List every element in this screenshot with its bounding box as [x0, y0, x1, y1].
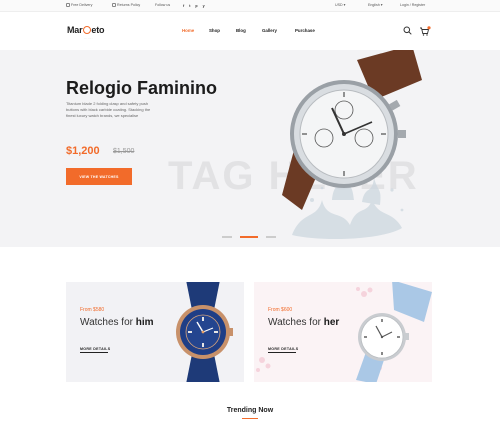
returns-policy-link[interactable]: Returns Policy: [112, 3, 141, 8]
card-title-text: Watches for: [80, 317, 136, 328]
top-bar: Free Delivery Returns Policy Follow us f…: [0, 0, 500, 12]
logo-mark-icon: [82, 26, 91, 34]
slider-dot-2-active[interactable]: [240, 236, 258, 238]
more-details-link[interactable]: MORE DETAILS: [80, 347, 111, 351]
chevron-down-icon: ▾: [380, 3, 383, 7]
hero-watch-image: [282, 50, 422, 240]
nav-blog[interactable]: Blog: [236, 28, 246, 33]
return-icon: [112, 3, 116, 8]
facebook-icon[interactable]: f: [183, 4, 186, 8]
hero-price: $1,200: [66, 145, 100, 157]
social-links: f t p y: [183, 4, 207, 8]
nav-gallery[interactable]: Gallery: [262, 28, 277, 33]
language-select[interactable]: English ▾: [368, 3, 383, 7]
cart-icon[interactable]: [419, 26, 431, 36]
logo-tagline: ·······: [84, 37, 93, 40]
main-header: Mar eto ······· Home Shop Blog Gallery Pu…: [0, 12, 500, 50]
section-title-trending: Trending Now: [226, 407, 274, 414]
card-price-from: From $580: [80, 307, 105, 313]
search-icon[interactable]: [403, 26, 412, 35]
logo-text-start: Mar: [67, 25, 83, 35]
free-delivery-label: Free Delivery: [71, 3, 93, 7]
nav-purchase[interactable]: Purchase: [295, 28, 315, 33]
promo-card-him[interactable]: From $580 Watches for him MORE DETAILS: [66, 282, 244, 382]
slider-dot-3[interactable]: [266, 236, 276, 238]
logo-text-end: eto: [91, 25, 105, 35]
pinterest-icon[interactable]: p: [195, 4, 199, 8]
twitter-icon[interactable]: t: [189, 4, 192, 8]
mens-watch-image: [176, 282, 233, 382]
card-title-text: Watches for: [268, 317, 324, 328]
card-title: Watches for him: [80, 317, 154, 328]
currency-value: USD: [335, 3, 343, 7]
hero-old-price: $1,500: [113, 148, 135, 155]
title-underline: [242, 418, 258, 419]
youtube-icon[interactable]: y: [203, 4, 207, 8]
nav-shop[interactable]: Shop: [209, 28, 220, 33]
returns-policy-label: Returns Policy: [117, 3, 141, 7]
womens-watch-image: [356, 282, 432, 382]
site-logo[interactable]: Mar eto: [67, 25, 105, 35]
follow-us-label: Follow us: [155, 3, 171, 7]
slider-dot-1[interactable]: [222, 236, 232, 238]
promo-card-her[interactable]: From $600 Watches for her MORE DETAILS: [254, 282, 432, 382]
truck-icon: [66, 3, 70, 8]
nav-home[interactable]: Home: [182, 28, 194, 33]
view-watches-button[interactable]: VIEW THE WATCHES: [66, 168, 132, 185]
free-delivery-link[interactable]: Free Delivery: [66, 3, 93, 8]
login-register-link[interactable]: Login / Register: [400, 3, 425, 7]
language-value: English: [368, 3, 380, 7]
card-title: Watches for her: [268, 317, 339, 328]
card-title-bold: him: [135, 317, 154, 328]
more-details-link[interactable]: MORE DETAILS: [268, 347, 299, 351]
card-price-from: From $600: [268, 307, 293, 313]
chevron-down-icon: ▾: [343, 3, 346, 7]
link-underline: [80, 352, 108, 353]
currency-select[interactable]: USD ▾: [335, 3, 345, 7]
link-underline: [268, 352, 296, 353]
card-title-bold: her: [323, 317, 340, 328]
hero-title: Relogio Faminino: [66, 78, 217, 98]
hero-banner: TAG HEUER Relogio Faminino Titanium blad…: [0, 50, 500, 247]
hero-description: Titanium blade 2 folding clasp and safet…: [66, 101, 151, 118]
